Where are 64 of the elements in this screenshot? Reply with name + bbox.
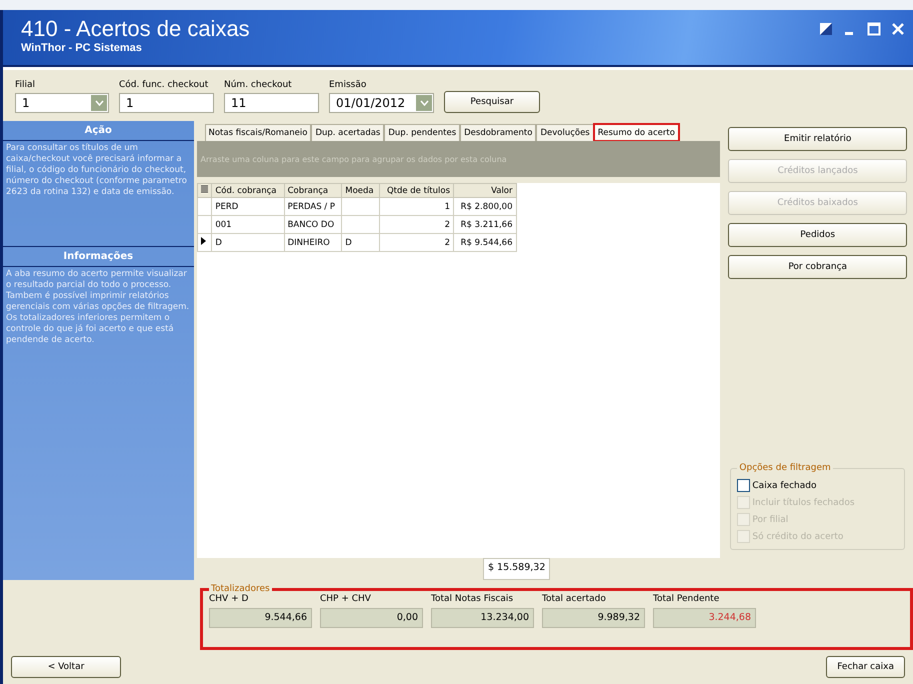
total-value-field: 3.244,68 — [653, 608, 756, 628]
total-value-field: 13.234,00 — [431, 608, 534, 628]
total-label: CHP + CHV — [320, 594, 372, 604]
total-value-field: 0,00 — [320, 608, 423, 628]
action-button[interactable]: Pedidos — [728, 223, 907, 247]
close-icon[interactable] — [891, 22, 905, 36]
window-title: 410 - Acertos de caixas — [21, 16, 250, 42]
action-button[interactable]: Emitir relatório — [728, 127, 907, 151]
table-cell: PERD — [212, 198, 284, 216]
column-header[interactable]: Valor — [454, 184, 516, 198]
section-title: Informações — [3, 246, 194, 267]
total-value-field: 9.989,32 — [542, 608, 645, 628]
section-text: A aba resumo do acerto permite visualizar o resultado parcial do todo o processo. Tambem é possível imprimir relatórios gerenciais com várias opções de filtragem. Os totalizadores inferiores permitem o controle do que já foi acerto e que está pendende de acerto. — [5, 268, 190, 347]
total-label: CHV + D — [209, 594, 250, 604]
table-cell — [342, 216, 380, 234]
tab[interactable]: Desdobramento — [460, 124, 536, 141]
table-cell — [342, 198, 380, 216]
search-button[interactable]: Pesquisar — [444, 91, 540, 113]
tab[interactable]: Dup. acertadas — [311, 124, 384, 141]
action-button[interactable]: Por cobrança — [728, 255, 907, 279]
select-field[interactable]: 1 — [15, 93, 109, 113]
select-field[interactable]: 01/01/2012 — [329, 93, 434, 113]
field-label: Emissão — [329, 80, 368, 90]
table-cell: D — [212, 234, 284, 252]
group-title: Opções de filtragem — [738, 463, 832, 473]
field-label: Cód. func. checkout — [119, 80, 210, 90]
group-title: Totalizadores — [210, 584, 271, 594]
column-chooser-icon[interactable] — [200, 185, 208, 193]
tab[interactable]: Devoluções — [536, 124, 594, 141]
table-cell: D — [342, 234, 380, 252]
checkbox[interactable]: Caixa fechado — [737, 479, 898, 492]
field-label: Núm. checkout — [224, 80, 293, 90]
column-header[interactable]: Moeda — [342, 184, 380, 198]
tab[interactable]: Resumo do acerto — [594, 124, 679, 141]
total-label: Total acertado — [542, 594, 607, 604]
resize-icon[interactable] — [819, 22, 833, 36]
total-cell: $ 15.589,32 — [482, 558, 550, 580]
total-value-field: 9.544,66 — [209, 608, 312, 628]
total-label: Total Pendente — [653, 594, 720, 604]
column-header[interactable]: Cobrança — [284, 184, 342, 198]
input-field[interactable]: 1 — [119, 93, 214, 113]
total-label: Total Notas Fiscais — [431, 594, 514, 604]
input-field[interactable]: 11 — [224, 93, 319, 113]
column-header[interactable]: Cód. cobrança — [212, 184, 284, 198]
tab[interactable]: Dup. pendentes — [384, 124, 460, 141]
table-cell: BANCO DO — [284, 216, 342, 234]
maximize-icon[interactable] — [867, 22, 881, 36]
table-cell: R$ 2.800,00 — [454, 198, 516, 216]
table-cell: R$ 3.211,66 — [454, 216, 516, 234]
section-text: Para consultar os títulos de um caixa/checkout você precisará informar a filial, o código do funcionário do checkout, número do checkout (conforme parametro 2623 da rotina 132) e data de emissão. — [5, 142, 188, 199]
table-cell: 2 — [379, 234, 454, 252]
window-subtitle: WinThor - PC Sistemas — [21, 42, 143, 54]
table-cell: DINHEIRO — [284, 234, 342, 252]
table-cell: PERDAS / P — [284, 198, 342, 216]
table-cell: 2 — [379, 216, 454, 234]
tab[interactable]: Notas fiscais/Romaneio — [204, 124, 312, 141]
table-cell: 001 — [212, 216, 284, 234]
close-cash-button[interactable]: Fechar caixa — [826, 656, 905, 678]
table-cell: 1 — [379, 198, 454, 216]
back-button[interactable]: < Voltar — [11, 656, 121, 678]
column-header[interactable]: Qtde de títulos — [379, 184, 454, 198]
section-title: Ação — [3, 121, 194, 141]
field-label: Filial — [15, 80, 36, 90]
table-cell: R$ 9.544,66 — [454, 234, 516, 252]
